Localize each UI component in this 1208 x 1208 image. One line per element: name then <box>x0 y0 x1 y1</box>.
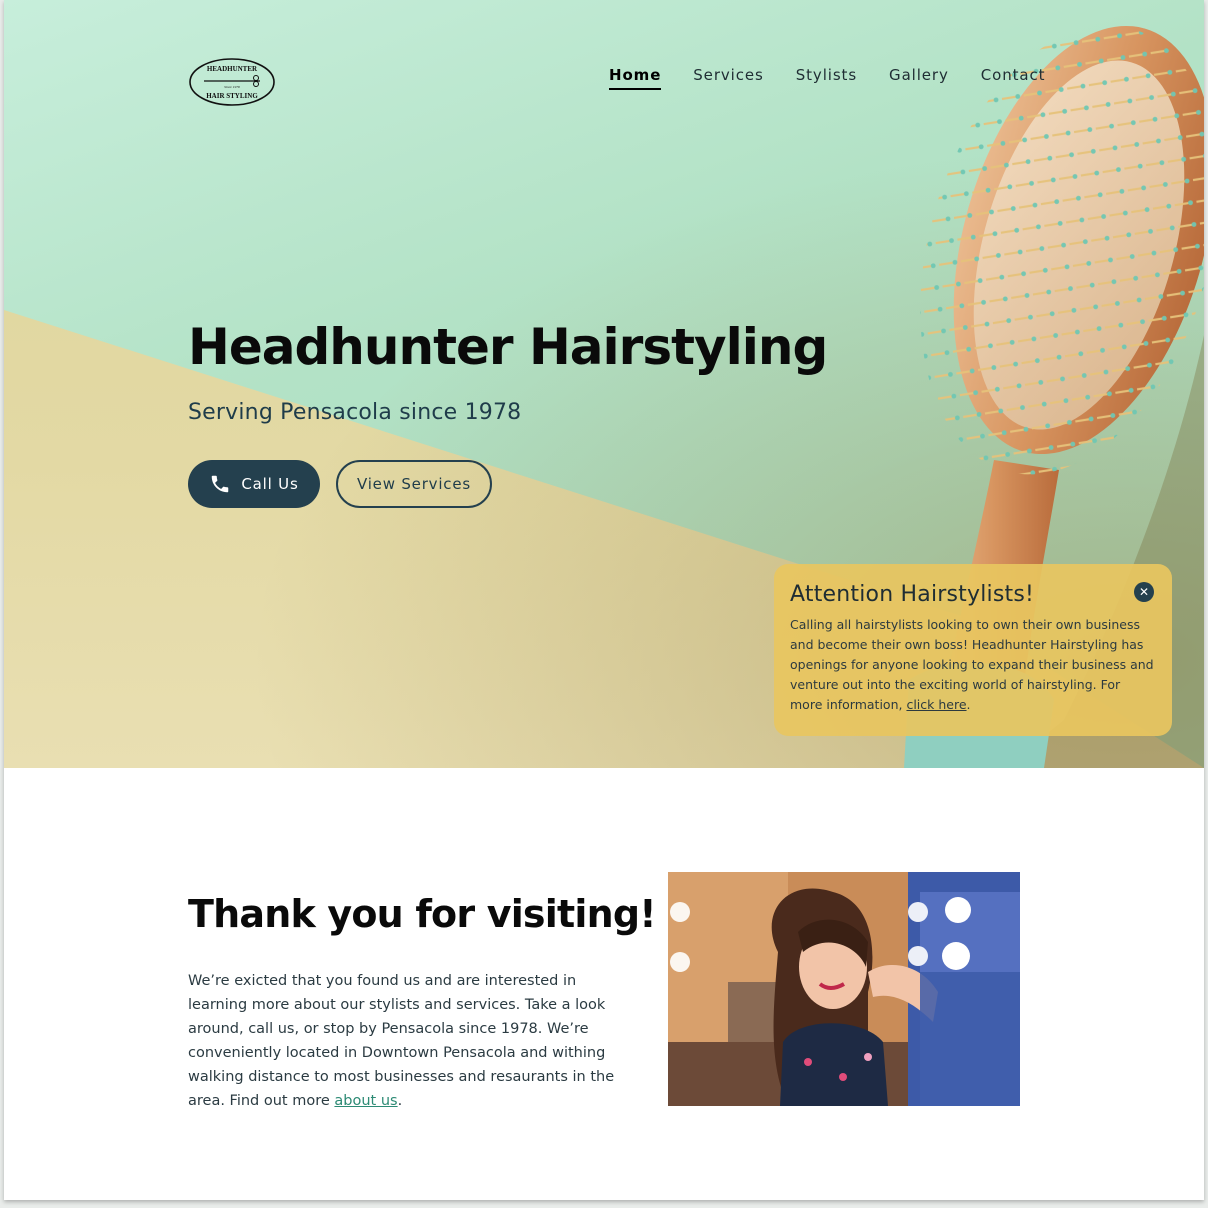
notice-end: . <box>966 697 971 712</box>
svg-text:HAIR STYLING: HAIR STYLING <box>206 92 258 100</box>
intro-text: We’re exicted that you found us and are … <box>188 973 615 1109</box>
intro-end: . <box>397 1093 403 1109</box>
svg-text:HEADHUNTER: HEADHUNTER <box>207 65 258 73</box>
phone-icon <box>212 475 229 493</box>
close-icon[interactable]: ✕ <box>1134 582 1154 602</box>
intro-title: Thank you for visiting! <box>188 892 657 936</box>
nav-gallery[interactable]: Gallery <box>889 66 949 90</box>
logo[interactable]: HEADHUNTER Since 1978 HAIR STYLING <box>188 57 276 107</box>
hero-title: Headhunter Hairstyling <box>188 318 828 376</box>
call-us-label: Call Us <box>241 475 299 493</box>
nav-home[interactable]: Home <box>609 66 662 90</box>
intro-body: We’re exicted that you found us and are … <box>188 969 638 1113</box>
nav-services[interactable]: Services <box>693 66 763 90</box>
about-us-link[interactable]: about us <box>334 1093 397 1109</box>
hero-subtitle: Serving Pensacola since 1978 <box>188 400 522 425</box>
salon-photo <box>668 872 1020 1106</box>
notice-text: Calling all hairstylists looking to own … <box>790 617 1154 712</box>
notice-link[interactable]: click here <box>906 697 966 712</box>
hero-section: HEADHUNTER Since 1978 HAIR STYLING Home … <box>4 0 1204 768</box>
call-us-button[interactable]: Call Us <box>188 460 320 508</box>
notice-title: Attention Hairstylists! <box>790 582 1035 607</box>
attention-notice: Attention Hairstylists! ✕ Calling all ha… <box>774 564 1172 736</box>
page: HEADHUNTER Since 1978 HAIR STYLING Home … <box>4 0 1204 1200</box>
svg-text:Since 1978: Since 1978 <box>224 85 240 89</box>
main-nav: Home Services Stylists Gallery Contact <box>609 66 1045 90</box>
nav-contact[interactable]: Contact <box>981 66 1046 90</box>
nav-stylists[interactable]: Stylists <box>796 66 857 90</box>
notice-body: Calling all hairstylists looking to own … <box>790 615 1156 715</box>
view-services-button[interactable]: View Services <box>336 460 492 508</box>
view-services-label: View Services <box>356 475 471 493</box>
